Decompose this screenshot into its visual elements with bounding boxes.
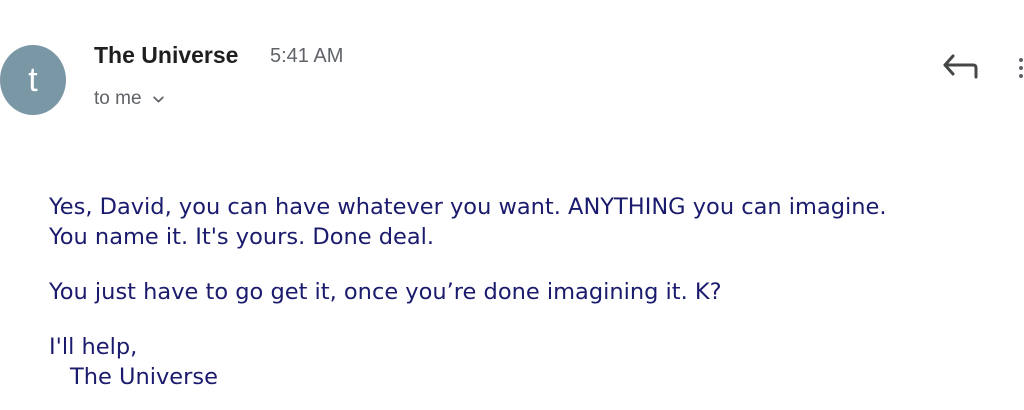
more-options-button[interactable]: [1016, 55, 1024, 81]
sender-avatar[interactable]: t: [0, 45, 66, 115]
message-signature: The Universe: [70, 364, 218, 390]
reply-icon: [943, 54, 978, 79]
chevron-down-icon: [152, 95, 164, 103]
recipient-label: to me: [94, 88, 142, 109]
message-body: Yes, David, you can have whatever you wa…: [49, 192, 1019, 392]
recipient-details-toggle[interactable]: to me: [94, 87, 165, 111]
avatar-letter: t: [28, 60, 38, 99]
sender-name: The Universe: [94, 42, 239, 68]
message-line: You name it. It's yours. Done deal.: [49, 224, 435, 250]
message-line: You just have to go get it, once you’re …: [49, 279, 722, 305]
reply-button[interactable]: [940, 50, 980, 84]
message-line: Yes, David, you can have whatever you wa…: [49, 194, 887, 220]
message-closing: I'll help,: [49, 334, 138, 360]
message-time: 5:41 AM: [270, 45, 344, 67]
